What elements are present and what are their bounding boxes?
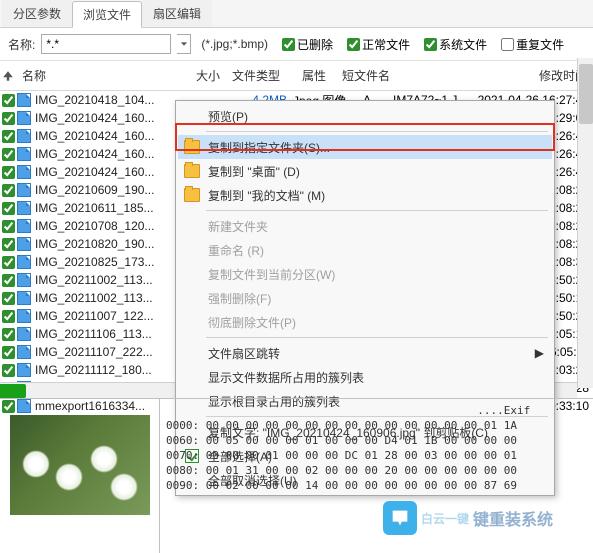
vertical-scrollbar[interactable] (577, 58, 593, 388)
image-file-icon (17, 345, 31, 359)
folder-icon (184, 164, 200, 178)
menu-preview[interactable]: 预览(P) (178, 104, 552, 128)
submenu-arrow-icon: ▶ (535, 346, 544, 360)
col-attr[interactable]: 属性 (296, 65, 336, 86)
menu-copy-to-docs[interactable]: 复制到 "我的文档" (M) (178, 183, 552, 207)
row-checkbox[interactable] (2, 346, 15, 359)
menu-new-folder: 新建文件夹 (178, 214, 552, 238)
name-label: 名称: (8, 36, 35, 53)
row-checkbox[interactable] (2, 112, 15, 125)
filter-toolbar: 名称: (*.jpg;*.bmp) 已删除 正常文件 系统文件 重复文件 (0, 28, 593, 61)
chk-system[interactable]: 系统文件 (424, 36, 487, 53)
chk-normal[interactable]: 正常文件 (347, 36, 410, 53)
image-file-icon (17, 111, 31, 125)
row-checkbox[interactable] (2, 256, 15, 269)
row-checkbox[interactable] (2, 166, 15, 179)
chk-dup[interactable]: 重复文件 (501, 36, 564, 53)
tab-partition[interactable]: 分区参数 (2, 0, 72, 27)
menu-sector-jump[interactable]: 文件扇区跳转▶ (178, 341, 552, 365)
ext-hint: (*.jpg;*.bmp) (201, 37, 268, 51)
watermark-icon (383, 501, 417, 535)
row-checkbox[interactable] (2, 238, 15, 251)
row-checkbox[interactable] (2, 148, 15, 161)
menu-copy-to-partition: 复制文件到当前分区(W) (178, 262, 552, 286)
image-file-icon (17, 273, 31, 287)
col-mtime[interactable]: 修改时间 (416, 65, 593, 86)
row-checkbox[interactable] (2, 364, 15, 377)
row-checkbox[interactable] (2, 94, 15, 107)
thumbnail-panel (0, 399, 160, 553)
watermark: 白云一键 键重装系统 (383, 501, 553, 535)
image-file-icon (17, 93, 31, 107)
image-file-icon (17, 237, 31, 251)
col-short[interactable]: 短文件名 (336, 65, 416, 86)
pattern-dropdown[interactable] (177, 34, 191, 54)
hscroll-thumb[interactable] (0, 384, 26, 398)
up-icon[interactable] (0, 70, 16, 82)
image-file-icon (17, 129, 31, 143)
image-file-icon (17, 309, 31, 323)
col-name[interactable]: 名称 (16, 65, 176, 86)
image-file-icon (17, 291, 31, 305)
tab-browse[interactable]: 浏览文件 (72, 1, 142, 28)
menu-force-delete: 强制删除(F) (178, 286, 552, 310)
thumbnail-image (10, 415, 150, 515)
chk-deleted[interactable]: 已删除 (282, 36, 333, 53)
menu-copy-to-desktop[interactable]: 复制到 "桌面" (D) (178, 159, 552, 183)
image-file-icon (17, 219, 31, 233)
menu-show-clusters[interactable]: 显示文件数据所占用的簇列表 (178, 365, 552, 389)
row-checkbox[interactable] (2, 220, 15, 233)
row-checkbox[interactable] (2, 202, 15, 215)
scroll-thumb[interactable] (579, 64, 593, 124)
folder-icon (184, 140, 200, 154)
tab-bar: 分区参数 浏览文件 扇区编辑 (0, 0, 593, 28)
image-file-icon (17, 147, 31, 161)
col-type[interactable]: 文件类型 (226, 65, 296, 86)
row-checkbox[interactable] (2, 328, 15, 341)
col-size[interactable]: 大小 (176, 65, 226, 86)
folder-icon (184, 188, 200, 202)
row-checkbox[interactable] (2, 130, 15, 143)
menu-perm-delete: 彻底删除文件(P) (178, 310, 552, 334)
row-checkbox[interactable] (2, 292, 15, 305)
image-file-icon (17, 201, 31, 215)
tab-sector[interactable]: 扇区编辑 (142, 0, 212, 27)
image-file-icon (17, 255, 31, 269)
image-file-icon (17, 363, 31, 377)
image-file-icon (17, 165, 31, 179)
row-checkbox[interactable] (2, 184, 15, 197)
image-file-icon (17, 183, 31, 197)
menu-rename: 重命名 (R) (178, 238, 552, 262)
menu-copy-to-folder[interactable]: 复制到指定文件夹(S)... (178, 135, 552, 159)
row-checkbox[interactable] (2, 310, 15, 323)
name-pattern-input[interactable] (41, 34, 171, 54)
image-file-icon (17, 327, 31, 341)
row-checkbox[interactable] (2, 274, 15, 287)
column-headers: 名称 大小 文件类型 属性 短文件名 修改时间 (0, 61, 593, 91)
